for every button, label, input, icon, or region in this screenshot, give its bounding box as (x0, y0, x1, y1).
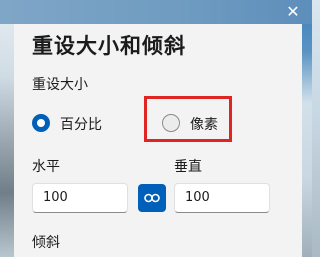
resize-section-label: 重设大小 (32, 77, 88, 93)
radio-percentage-label[interactable]: 百分比 (60, 114, 102, 134)
radio-checked-icon[interactable] (32, 114, 50, 132)
vertical-input[interactable]: 100 (174, 183, 270, 213)
horizontal-input[interactable]: 100 (32, 183, 128, 213)
highlight-annotation (144, 96, 232, 142)
aspect-lock-button[interactable] (138, 184, 166, 212)
title-bar: ✕ (0, 0, 312, 24)
background-right (302, 0, 312, 257)
background-left (0, 0, 14, 257)
link-icon (144, 193, 160, 203)
horizontal-label: 水平 (32, 159, 60, 175)
skew-section-label: 倾斜 (32, 235, 60, 251)
vertical-label: 垂直 (174, 159, 202, 175)
dialog-title: 重设大小和倾斜 (32, 34, 186, 58)
close-icon[interactable]: ✕ (284, 3, 302, 21)
resize-skew-dialog: 重设大小和倾斜 重设大小 百分比 像素 水平 垂直 100 100 倾斜 (14, 24, 302, 257)
